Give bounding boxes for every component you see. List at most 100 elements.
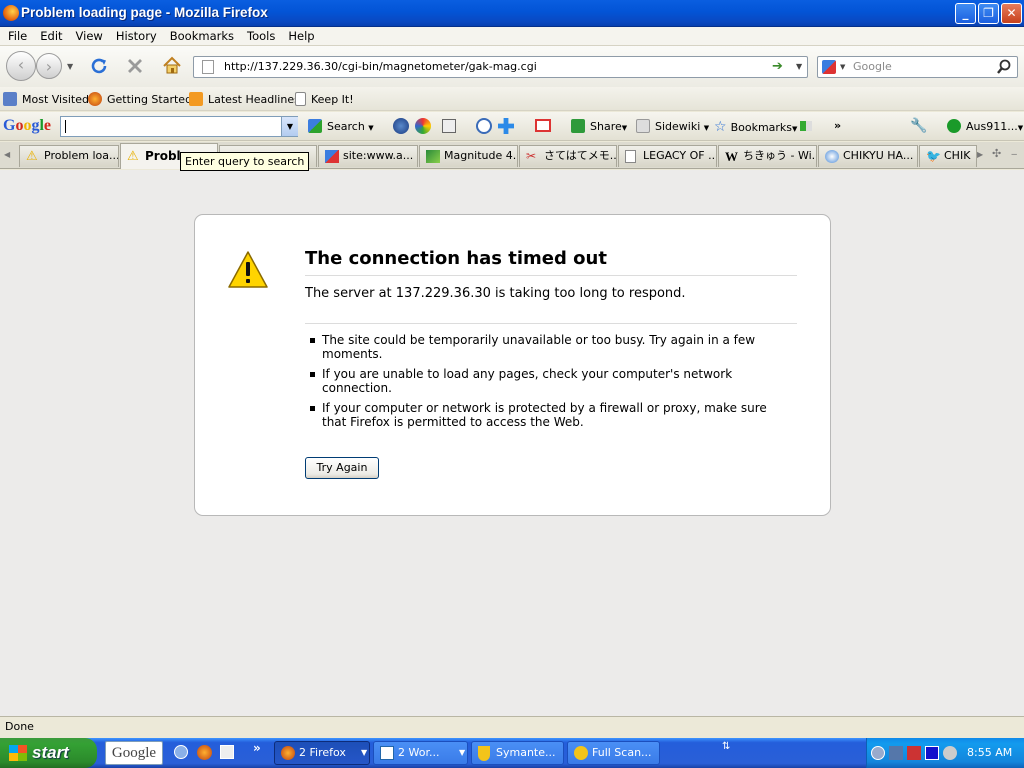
clock-icon[interactable] bbox=[476, 118, 492, 134]
list-tabs-icon[interactable]: ‒ bbox=[1011, 149, 1017, 160]
warning-icon: ⚠ bbox=[127, 149, 139, 164]
window-title: Problem loading page - Mozilla Firefox bbox=[21, 5, 268, 20]
forward-button[interactable]: › bbox=[36, 53, 62, 79]
scroll-tabs-left-icon[interactable]: ◀ bbox=[4, 150, 10, 159]
history-dropdown-icon[interactable]: ▼ bbox=[67, 62, 73, 71]
taskbar-button-firefox[interactable]: 2 Firefox ▼ bbox=[274, 741, 370, 765]
globe-icon[interactable] bbox=[393, 118, 409, 134]
firefox-icon bbox=[3, 5, 19, 21]
start-label: start bbox=[32, 743, 69, 762]
list-item: If you are unable to load any pages, che… bbox=[310, 367, 780, 395]
try-again-button[interactable]: Try Again bbox=[305, 457, 379, 479]
ie-icon[interactable] bbox=[174, 745, 188, 759]
minimize-button[interactable]: _ bbox=[955, 3, 976, 24]
more-tools-button[interactable]: » bbox=[834, 119, 841, 132]
list-item: The site could be temporarily unavailabl… bbox=[310, 333, 780, 361]
reload-icon[interactable] bbox=[89, 56, 109, 76]
taskbar-scroll-icon[interactable]: ⇅ bbox=[722, 741, 730, 752]
taskbar-button-word[interactable]: 2 Wor... ▼ bbox=[373, 741, 468, 765]
volume-icon[interactable] bbox=[943, 746, 957, 760]
menu-edit[interactable]: Edit bbox=[40, 29, 62, 43]
acrobat-icon[interactable] bbox=[907, 746, 921, 760]
all-tabs-icon[interactable]: ✣ bbox=[992, 147, 1001, 160]
address-bar[interactable]: http://137.229.36.30/cgi-bin/magnetomete… bbox=[193, 56, 808, 78]
page-icon bbox=[625, 150, 636, 163]
list-item: If your computer or network is protected… bbox=[310, 401, 780, 429]
google-toolbar-search-input[interactable]: ▼ bbox=[60, 116, 298, 137]
star-icon: ☆ bbox=[714, 119, 727, 135]
engine-dropdown-icon[interactable]: ▼ bbox=[840, 57, 845, 77]
tab[interactable]: ✂ さてはてメモ... bbox=[519, 145, 617, 167]
account-button[interactable]: Aus911...▼ bbox=[947, 119, 1023, 133]
windows-logo-icon bbox=[9, 745, 27, 761]
search-bar[interactable]: ▼ Google bbox=[817, 56, 1018, 78]
pagerank-icon[interactable] bbox=[800, 121, 812, 131]
tab[interactable]: LEGACY OF ... bbox=[618, 145, 717, 167]
scan-icon bbox=[574, 746, 588, 760]
back-button[interactable]: ‹ bbox=[6, 51, 36, 81]
taskbar-button-full-scan[interactable]: Full Scan... bbox=[567, 741, 660, 765]
wikipedia-icon: W bbox=[725, 149, 738, 164]
gmail-icon[interactable] bbox=[535, 119, 551, 132]
google-search-button[interactable]: Search ▼ bbox=[308, 119, 374, 133]
magnifier-icon[interactable] bbox=[996, 59, 1012, 75]
show-desktop-icon[interactable] bbox=[220, 745, 234, 759]
tooltip: Enter query to search bbox=[180, 152, 310, 171]
url-dropdown-icon[interactable]: ▼ bbox=[796, 57, 802, 77]
menu-tools[interactable]: Tools bbox=[247, 29, 275, 43]
menu-bar: File Edit View History Bookmarks Tools H… bbox=[0, 27, 1024, 46]
page-icon bbox=[202, 60, 214, 74]
bookmarks-toolbar: Most Visited Getting Started Latest Head… bbox=[0, 87, 1024, 111]
tab[interactable]: CHIKYU HA... bbox=[818, 145, 918, 167]
group-dropdown-icon: ▼ bbox=[361, 748, 368, 757]
bookmark-keep-it[interactable]: Keep It! bbox=[295, 92, 354, 106]
tray-expand-icon[interactable] bbox=[871, 746, 885, 760]
close-button[interactable]: ✕ bbox=[1001, 3, 1022, 24]
chikyu-icon bbox=[825, 150, 839, 163]
scroll-tabs-right-icon[interactable]: ▶ bbox=[977, 150, 983, 159]
warning-icon bbox=[228, 251, 268, 288]
notebook-icon[interactable] bbox=[442, 119, 456, 133]
bookmark-getting-started[interactable]: Getting Started bbox=[88, 92, 192, 106]
taskbar-button-symantec[interactable]: Symante... bbox=[471, 741, 564, 765]
tab[interactable]: W ちきゅう - Wi... bbox=[718, 145, 817, 167]
menu-file[interactable]: File bbox=[8, 29, 27, 43]
page-icon bbox=[295, 92, 306, 106]
bookmark-most-visited[interactable]: Most Visited bbox=[3, 92, 89, 106]
menu-history[interactable]: History bbox=[116, 29, 157, 43]
status-dot-icon bbox=[947, 119, 961, 133]
google-icon bbox=[325, 150, 339, 163]
clock[interactable]: 8:55 AM bbox=[967, 738, 1012, 768]
bookmarks-button[interactable]: ☆ Bookmarks▼ bbox=[714, 119, 797, 135]
symantec-shield-icon bbox=[478, 746, 490, 761]
group-dropdown-icon: ▼ bbox=[459, 748, 466, 757]
picasa-icon[interactable] bbox=[415, 118, 431, 134]
tab[interactable]: ⚠ Problem loa... bbox=[19, 145, 119, 167]
sidewiki-button[interactable]: Sidewiki ▼ bbox=[636, 119, 709, 133]
google-desktop-search[interactable]: Google bbox=[105, 741, 163, 765]
search-history-dropdown[interactable]: ▼ bbox=[281, 117, 298, 136]
share-button[interactable]: Share▼ bbox=[571, 119, 627, 133]
start-button[interactable]: start bbox=[0, 738, 97, 768]
tab[interactable]: site:www.a... bbox=[318, 145, 418, 167]
google-engine-icon[interactable] bbox=[822, 60, 836, 74]
tab[interactable]: 🐦 CHIK bbox=[919, 145, 977, 167]
restore-button[interactable]: ❐ bbox=[978, 3, 999, 24]
home-icon[interactable] bbox=[162, 56, 182, 75]
media-play-icon[interactable] bbox=[925, 746, 939, 760]
quicklaunch-more-icon[interactable]: » bbox=[253, 741, 261, 755]
text-cursor bbox=[65, 120, 66, 133]
tab[interactable]: Magnitude 4... bbox=[419, 145, 518, 167]
wrench-icon[interactable]: 🔧 bbox=[910, 118, 927, 134]
menu-bookmarks[interactable]: Bookmarks bbox=[170, 29, 234, 43]
menu-help[interactable]: Help bbox=[288, 29, 314, 43]
firefox-quicklaunch-icon[interactable] bbox=[197, 745, 212, 760]
network-icon[interactable] bbox=[889, 746, 903, 760]
menu-view[interactable]: View bbox=[76, 29, 103, 43]
google-logo: Google bbox=[3, 117, 52, 134]
share-icon bbox=[571, 119, 585, 133]
firefox-icon bbox=[281, 746, 295, 760]
stop-icon[interactable] bbox=[126, 57, 144, 75]
go-arrow-icon[interactable]: ➔ bbox=[772, 57, 783, 77]
bookmark-latest-headlines[interactable]: Latest Headlines bbox=[189, 92, 300, 106]
